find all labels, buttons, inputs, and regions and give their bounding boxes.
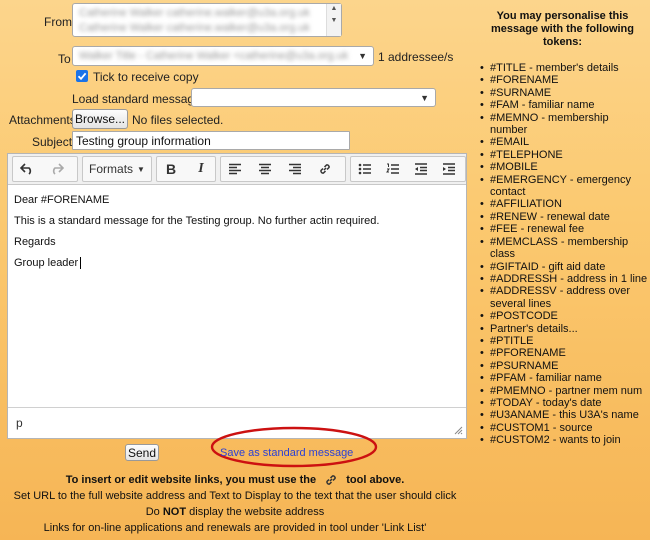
token-item: #EMERGENCY - emergency contact — [480, 174, 648, 199]
from-scrollbar[interactable]: ▲ ▼ — [326, 4, 341, 36]
load-standard-select[interactable]: ▼ — [191, 88, 436, 107]
text-cursor — [80, 257, 81, 269]
token-item: #CUSTOM2 - wants to join — [480, 434, 648, 447]
copy-checkbox[interactable] — [76, 70, 88, 82]
undo-icon[interactable] — [14, 157, 40, 181]
token-item: #TELEPHONE — [480, 149, 648, 162]
align-right-icon[interactable] — [282, 157, 308, 181]
display-warning-strong: NOT — [162, 506, 187, 518]
token-item: #FEE - renewal fee — [480, 223, 648, 236]
from-option-1[interactable]: Catherine Walker catherine.walker@u3a.or… — [79, 7, 319, 19]
token-item: #ADDRESSV - address over several lines — [480, 285, 648, 310]
display-warning: Do NOT display the website address — [0, 506, 470, 518]
token-item: #ADDRESSH - address in 1 line — [480, 273, 648, 286]
addressee-count: 1 addressee/s — [378, 50, 454, 64]
link-icon[interactable] — [312, 157, 338, 181]
token-item: #CUSTOM1 - source — [480, 422, 648, 435]
subject-input[interactable]: Testing group information — [72, 131, 350, 150]
scroll-up-icon[interactable]: ▲ — [327, 4, 341, 14]
token-item: Partner's details... — [480, 323, 648, 336]
token-item: #AFFILIATION — [480, 198, 648, 211]
redo-icon[interactable] — [44, 157, 70, 181]
to-value: Walker Title - Catherine Walker <catheri… — [79, 50, 349, 62]
align-left-icon[interactable] — [222, 157, 248, 181]
token-item: #TODAY - today's date — [480, 397, 648, 410]
token-item: #FAM - familiar name — [480, 99, 648, 112]
italic-button[interactable]: I — [188, 157, 214, 181]
scroll-down-icon[interactable]: ▼ — [327, 16, 341, 26]
tokens-heading: You may personalise this message with th… — [490, 10, 635, 48]
rich-text-editor[interactable]: Formats ▼ B I Dear #FORENAME This is a s… — [7, 153, 467, 439]
save-standard-link[interactable]: Save as standard message — [220, 447, 353, 459]
editor-line: Dear #FORENAME — [14, 194, 110, 206]
formats-dropdown[interactable]: Formats ▼ — [84, 157, 150, 181]
chevron-down-icon: ▼ — [420, 92, 429, 103]
formats-label: Formats — [89, 162, 134, 176]
tokens-list: #TITLE - member's details #FORENAME #SUR… — [480, 62, 648, 447]
numbered-list-icon[interactable] — [380, 157, 406, 181]
token-item: #RENEW - renewal date — [480, 211, 648, 224]
attachments-label: Attachments — [9, 113, 76, 127]
align-center-icon[interactable] — [252, 157, 278, 181]
from-listbox[interactable]: Catherine Walker catherine.walker@u3a.or… — [72, 3, 342, 37]
token-item: #PFAM - familiar name — [480, 372, 648, 385]
link-instructions-prefix: To insert or edit website links, you mus… — [65, 474, 317, 486]
url-instructions: Set URL to the full website address and … — [13, 490, 457, 502]
load-standard-label: Load standard message — [72, 92, 201, 106]
token-item: #POSTCODE — [480, 310, 648, 323]
from-label: From — [44, 15, 72, 29]
token-item: #EMAIL — [480, 136, 648, 149]
link-instructions-suffix: tool above. — [346, 474, 405, 486]
bullet-list-icon[interactable] — [352, 157, 378, 181]
token-item: #PTITLE — [480, 335, 648, 348]
token-item: #TITLE - member's details — [480, 62, 648, 75]
token-item: #PFORENAME — [480, 347, 648, 360]
copy-label: Tick to receive copy — [93, 70, 199, 84]
token-item: #FORENAME — [480, 74, 648, 87]
send-button[interactable]: Send — [125, 444, 159, 461]
token-item: #MOBILE — [480, 161, 648, 174]
link-instructions: To insert or edit website links, you mus… — [0, 474, 470, 486]
bold-button[interactable]: B — [158, 157, 184, 181]
subject-label: Subject — [32, 135, 73, 149]
caret-down-icon: ▼ — [137, 164, 145, 174]
to-select[interactable]: Walker Title - Catherine Walker <catheri… — [72, 46, 374, 66]
token-item: #MEMCLASS - membership class — [480, 236, 648, 261]
from-option-2[interactable]: Catherine Walker catherine.walker@u3a.or… — [79, 22, 319, 34]
editor-line: Group leader — [14, 257, 79, 269]
link-icon — [323, 474, 339, 486]
display-warning-prefix: Do — [145, 506, 160, 518]
link-list-note: Links for on-line applications and renew… — [43, 522, 427, 534]
no-files-text: No files selected. — [132, 113, 224, 127]
browse-button[interactable]: Browse... — [72, 109, 128, 129]
indent-icon[interactable] — [436, 157, 462, 181]
chevron-down-icon: ▼ — [358, 51, 367, 61]
token-item: #GIFTAID - gift aid date — [480, 261, 648, 274]
element-path[interactable]: p — [16, 416, 23, 430]
token-item: #PSURNAME — [480, 360, 648, 373]
editor-line: Regards — [14, 236, 56, 248]
to-label: To — [58, 52, 71, 66]
editor-line: This is a standard message for the Testi… — [14, 215, 380, 227]
editor-toolbar: Formats ▼ B I — [8, 154, 466, 185]
token-item: #U3ANAME - this U3A's name — [480, 409, 648, 422]
outdent-icon[interactable] — [408, 157, 434, 181]
token-item: #PMEMNO - partner mem num — [480, 385, 648, 398]
resize-handle-icon[interactable] — [454, 426, 463, 435]
checkmark-icon — [77, 72, 87, 81]
token-item: #SURNAME — [480, 87, 648, 100]
display-warning-suffix: display the website address — [189, 506, 325, 518]
token-item: #MEMNO - membership number — [480, 112, 648, 137]
subject-value: Testing group information — [76, 134, 211, 148]
